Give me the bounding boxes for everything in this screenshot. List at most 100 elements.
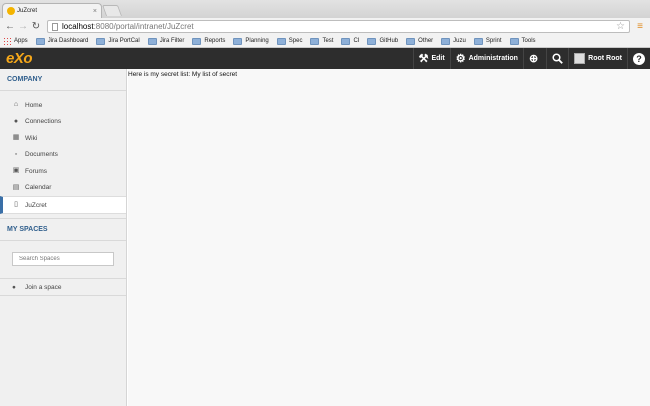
spaces-section: MY SPACES ● Join a space <box>0 218 126 296</box>
sidebar-item-connections[interactable]: ● Connections <box>0 114 126 131</box>
add-button[interactable]: ⊕ <box>522 48 546 69</box>
join-space-link[interactable]: ● Join a space <box>0 279 126 296</box>
sidebar-item-label: Connections <box>25 118 62 126</box>
bookmark-spec[interactable]: Spec <box>276 37 303 45</box>
topbar-actions: ⚒ Edit ⚙ Administration ⊕ Root Root ? <box>412 48 650 69</box>
bookmark-label: Jira Filter <box>159 38 185 44</box>
sidebar-item-forums[interactable]: ▣ Forums <box>0 163 126 180</box>
folder-icon <box>147 37 157 45</box>
gear-icon: ⚙ <box>455 53 466 65</box>
bookmark-label: Jira Dashboard <box>47 38 89 44</box>
bookmark-jira-dashboard[interactable]: Jira Dashboard <box>35 37 89 45</box>
bookmark-label: GitHub <box>379 38 399 44</box>
reload-icon[interactable]: ↻ <box>30 21 42 33</box>
sidebar-item-label: Forums <box>25 167 48 175</box>
wrench-icon: ⚒ <box>418 53 429 65</box>
bookmark-sprint[interactable]: Sprint <box>473 37 502 45</box>
folder-icon <box>509 37 519 45</box>
bookmark-ci[interactable]: CI <box>341 37 360 45</box>
help-button[interactable]: ? <box>627 48 650 69</box>
plus-circle-icon: ⊕ <box>528 53 539 65</box>
bookmark-label: Tools <box>521 38 536 44</box>
home-icon: ⌂ <box>13 101 19 109</box>
search-icon <box>552 53 564 64</box>
folder-icon <box>96 37 106 45</box>
bookmark-planning[interactable]: Planning <box>233 37 269 45</box>
user-name: Root Root <box>588 55 622 62</box>
folder-icon <box>473 37 483 45</box>
company-section-title: COMPANY <box>0 69 126 91</box>
search-spaces-input[interactable] <box>12 252 114 266</box>
folder-icon <box>341 37 351 45</box>
folder-icon <box>192 37 202 45</box>
my-spaces-title: MY SPACES <box>0 219 126 241</box>
bookmark-apps[interactable]: Apps <box>3 37 28 45</box>
page-icon <box>52 22 58 31</box>
folder-icon <box>441 37 451 45</box>
sidebar-item-calendar[interactable]: ▤ Calendar <box>0 180 126 197</box>
join-space-label: Join a space <box>25 283 62 291</box>
forum-icon: ▣ <box>12 167 20 175</box>
administration-button[interactable]: ⚙ Administration <box>449 48 523 69</box>
bookmarks-bar: Apps Jira Dashboard Jira PortCal Jira Fi… <box>0 35 650 48</box>
bookmark-juzu[interactable]: Juzu <box>441 37 466 45</box>
address-bar[interactable]: localhost :8080/portal/intranet/JuZcret … <box>47 20 630 33</box>
bookmark-label: Jira PortCal <box>108 38 140 44</box>
browser-tab[interactable]: JuZcret × <box>2 3 102 18</box>
bookmark-label: CI <box>353 38 360 44</box>
back-icon[interactable]: ← <box>4 21 16 33</box>
administration-label: Administration <box>468 55 518 62</box>
folder-icon <box>276 37 286 45</box>
sidebar-item-label: Home <box>25 101 43 109</box>
search-button[interactable] <box>546 48 568 69</box>
folder-icon: ▫ <box>14 150 18 158</box>
sidebar-item-wiki[interactable]: ▦ Wiki <box>0 130 126 147</box>
new-tab-button[interactable] <box>101 5 123 16</box>
bookmark-star-icon[interactable]: ☆ <box>616 21 625 32</box>
bookmark-label: Apps <box>14 38 28 44</box>
folder-icon <box>406 37 416 45</box>
bookmark-test[interactable]: Test <box>310 37 334 45</box>
bookmark-reports[interactable]: Reports <box>192 37 226 45</box>
bookmark-label: Spec <box>288 38 303 44</box>
edit-button[interactable]: ⚒ Edit <box>412 48 450 69</box>
window-spacer <box>596 4 604 12</box>
folder-icon <box>35 37 45 45</box>
bookmark-label: Reports <box>204 38 226 44</box>
company-nav: ⌂ Home ● Connections ▦ Wiki ▫ Documents … <box>0 91 126 214</box>
sidebar-item-home[interactable]: ⌂ Home <box>0 97 126 114</box>
sidebar-item-juzcret[interactable]: ▯ JuZcret <box>0 196 126 214</box>
url-path: :8080/portal/intranet/JuZcret <box>93 22 194 31</box>
tab-title: JuZcret <box>17 8 38 14</box>
exo-favicon-icon <box>7 7 15 15</box>
bookmark-github[interactable]: GitHub <box>367 37 399 45</box>
avatar <box>574 53 586 64</box>
forward-icon[interactable]: → <box>17 21 29 33</box>
bookmark-label: Test <box>322 38 334 44</box>
bookmark-tools[interactable]: Tools <box>509 37 536 45</box>
folder-icon <box>233 37 243 45</box>
search-spaces-wrap <box>0 241 126 279</box>
apps-icon <box>3 37 11 45</box>
bookmark-jira-filter[interactable]: Jira Filter <box>147 37 185 45</box>
exo-logo[interactable]: eXo <box>6 50 33 67</box>
secret-list-text: Here is my secret list: My list of secre… <box>128 71 238 78</box>
edit-label: Edit <box>431 55 445 62</box>
sidebar-item-documents[interactable]: ▫ Documents <box>0 147 126 164</box>
sidebar-item-label: JuZcret <box>25 201 47 209</box>
main-content: Here is my secret list: My list of secre… <box>128 69 650 406</box>
bookmark-jira-portcal[interactable]: Jira PortCal <box>96 37 140 45</box>
sidebar-item-label: Documents <box>25 151 58 159</box>
add-user-icon: ● <box>12 283 16 291</box>
user-menu[interactable]: Root Root <box>568 48 627 69</box>
user-icon: ● <box>13 117 19 125</box>
left-sidebar: COMPANY ⌂ Home ● Connections ▦ Wiki ▫ Do… <box>0 69 127 406</box>
tab-close-icon[interactable]: × <box>93 8 97 15</box>
browser-tabstrip: JuZcret × <box>0 0 650 18</box>
bookmark-other[interactable]: Other <box>406 37 433 45</box>
folder-icon <box>367 37 377 45</box>
wiki-icon: ▦ <box>12 134 20 142</box>
exo-topbar: eXo ⚒ Edit ⚙ Administration ⊕ Root Root … <box>0 48 650 69</box>
calendar-icon: ▤ <box>12 183 20 191</box>
browser-menu-icon[interactable]: ≡ <box>634 21 646 32</box>
